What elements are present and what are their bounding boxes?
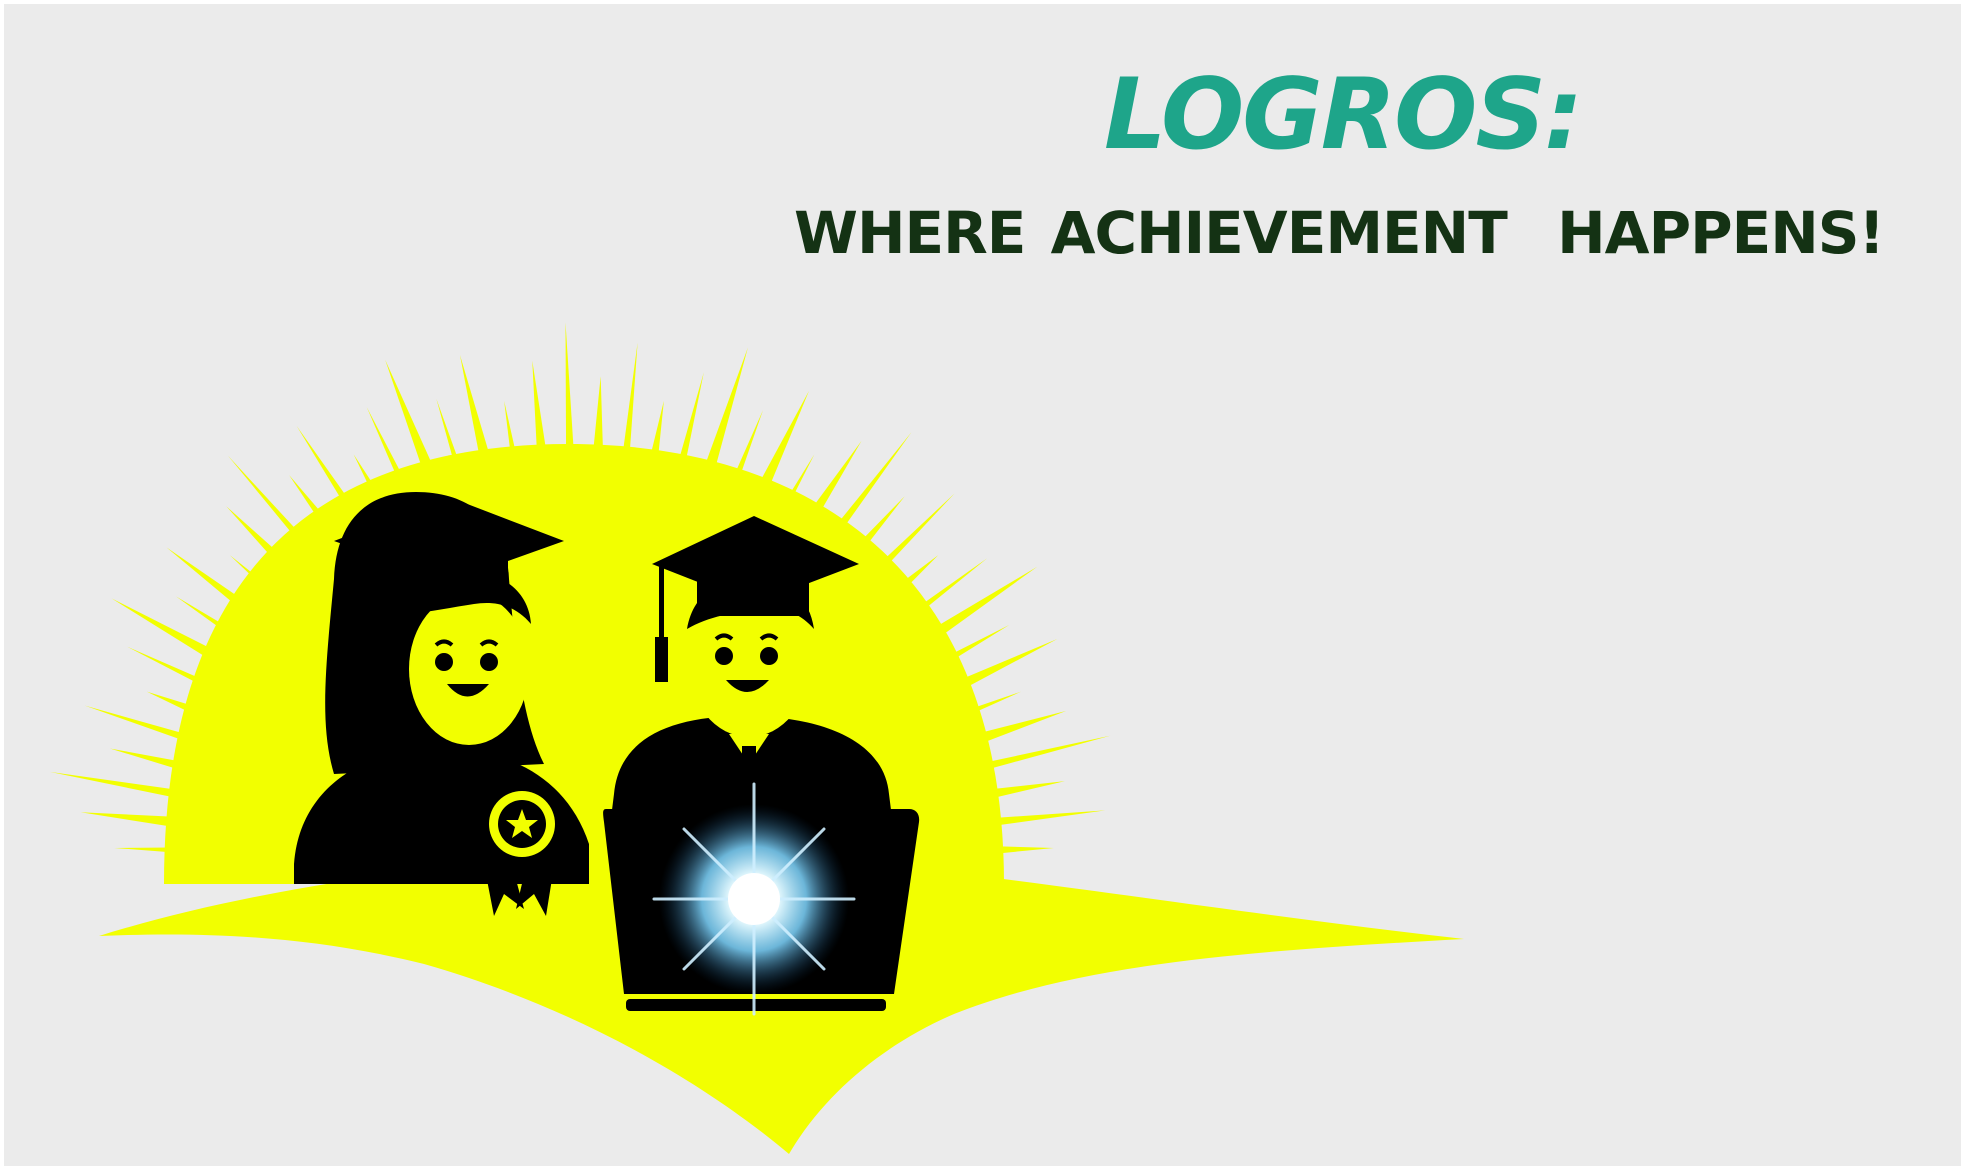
brand-title: LOGROS: bbox=[1104, 58, 1583, 172]
logo-canvas: LOGROS: WHERE ACHIEVEMENT HAPPENS! bbox=[4, 4, 1961, 1166]
page-frame: LOGROS: WHERE ACHIEVEMENT HAPPENS! bbox=[0, 0, 1965, 1170]
logo-illustration bbox=[49, 322, 1464, 1154]
